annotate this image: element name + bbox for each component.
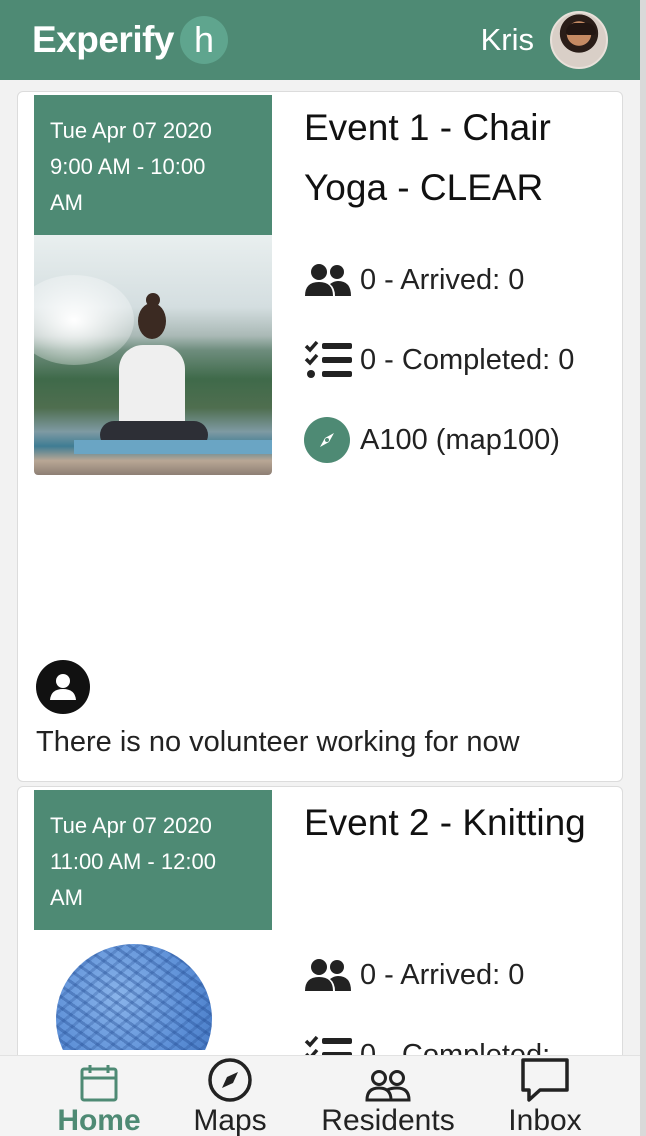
completed-count: 0 - Completed: 0 <box>360 344 575 376</box>
group-icon <box>304 935 352 1015</box>
event-date-box: Tue Apr 07 2020 11:00 AM - 12:00 AM <box>34 790 272 930</box>
event-date-box: Tue Apr 07 2020 9:00 AM - 10:00 AM <box>34 95 272 235</box>
app-header: Experify h Kris <box>0 0 640 80</box>
completed-row: 0 - Completed: 0 <box>304 320 604 400</box>
event-date: Tue Apr 07 2020 <box>50 813 212 838</box>
scrollbar-track[interactable] <box>640 0 646 1136</box>
event-card[interactable]: Tue Apr 07 2020 9:00 AM - 10:00 AM Event… <box>17 91 623 782</box>
event-time-suffix: AM <box>50 190 83 215</box>
bottom-nav: Home Maps Residents Inbox <box>0 1055 640 1136</box>
brand-logo[interactable]: Experify h <box>32 16 229 64</box>
chat-icon <box>520 1056 570 1105</box>
volunteer-section: There is no volunteer working for now <box>36 660 616 759</box>
calendar-icon <box>79 1056 119 1105</box>
avatar[interactable] <box>550 11 608 69</box>
event-image <box>34 235 272 475</box>
event-time: 9:00 AM - 10:00 <box>50 154 206 179</box>
nav-home[interactable]: Home <box>56 1056 142 1136</box>
brand-name: Experify <box>32 19 175 60</box>
nav-maps[interactable]: Maps <box>190 1056 270 1136</box>
location-text[interactable]: A100 (map100) <box>360 400 604 480</box>
nav-inbox[interactable]: Inbox <box>505 1056 585 1136</box>
checklist-icon <box>304 320 352 400</box>
user-circle-icon <box>36 660 90 714</box>
arrived-count: 0 - Arrived: 0 <box>360 264 525 296</box>
arrived-count: 0 - Arrived: 0 <box>360 959 525 991</box>
location-row[interactable]: A100 (map100) <box>304 400 604 480</box>
user-name: Kris <box>480 22 534 57</box>
compass-icon <box>207 1056 253 1105</box>
brand-badge: h <box>180 16 229 64</box>
arrived-row: 0 - Arrived: 0 <box>304 935 604 1015</box>
location-icon <box>304 400 352 480</box>
event-time: 11:00 AM - 12:00 <box>50 849 216 874</box>
event-time-suffix: AM <box>50 885 83 910</box>
people-icon <box>365 1056 411 1105</box>
user-menu[interactable]: Kris <box>481 11 608 69</box>
group-icon <box>304 240 352 320</box>
nav-maps-label: Maps <box>193 1104 267 1136</box>
event-image <box>34 930 272 1050</box>
arrived-row: 0 - Arrived: 0 <box>304 240 604 320</box>
nav-residents-label: Residents <box>321 1104 455 1136</box>
nav-inbox-label: Inbox <box>508 1104 582 1136</box>
event-title[interactable]: Event 2 - Knitting <box>304 793 604 853</box>
nav-residents[interactable]: Residents <box>318 1056 458 1136</box>
event-title[interactable]: Event 1 - Chair Yoga - CLEAR <box>304 98 604 218</box>
event-date: Tue Apr 07 2020 <box>50 118 212 143</box>
volunteer-status: There is no volunteer working for now <box>36 726 520 758</box>
nav-home-label: Home <box>57 1104 141 1136</box>
event-info: 0 - Arrived: 0 0 - Completed: 0 A100 (ma… <box>304 240 604 480</box>
